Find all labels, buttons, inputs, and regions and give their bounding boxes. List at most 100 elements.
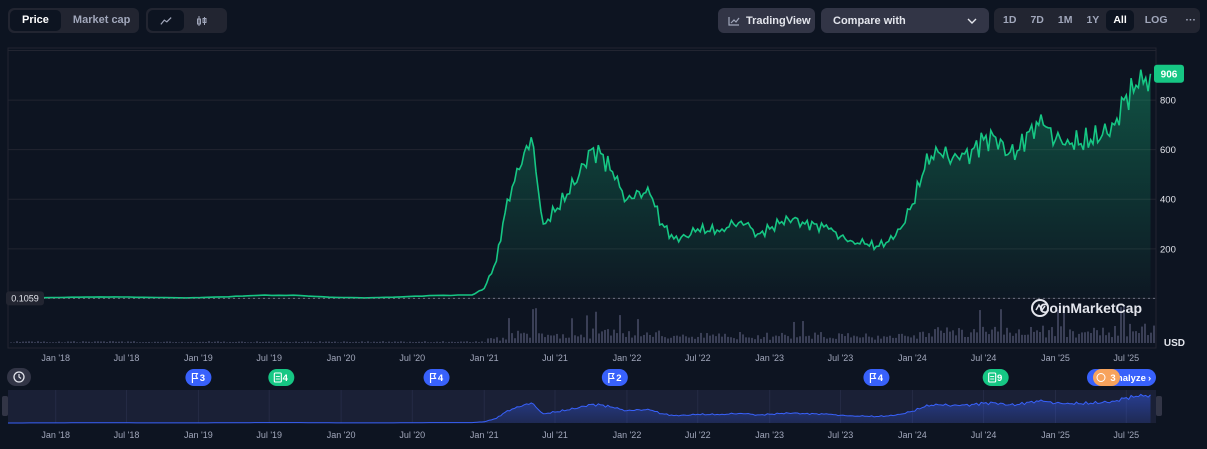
navigator-x-tick-label: Jul '22 bbox=[685, 430, 711, 440]
range-all[interactable]: All bbox=[1106, 10, 1134, 31]
history-button[interactable] bbox=[7, 368, 31, 386]
navigator-right-handle[interactable] bbox=[1156, 396, 1162, 416]
volume-bar bbox=[295, 341, 297, 343]
range-1m[interactable]: 1M bbox=[1051, 10, 1080, 31]
volume-bar bbox=[583, 337, 585, 343]
volume-bar bbox=[610, 335, 612, 343]
marker-count: 3 bbox=[200, 373, 205, 384]
volume-bar bbox=[1084, 332, 1086, 343]
volume-bar bbox=[589, 338, 591, 343]
volume-bar bbox=[1144, 323, 1146, 343]
candlestick-icon[interactable] bbox=[184, 10, 220, 31]
volume-bar bbox=[964, 336, 966, 343]
volume-bar bbox=[277, 342, 279, 343]
event-marker[interactable]: 2 bbox=[601, 369, 628, 386]
volume-bar bbox=[682, 334, 684, 343]
volume-bar bbox=[70, 341, 72, 343]
volume-bar bbox=[121, 341, 123, 343]
volume-bar bbox=[1102, 327, 1104, 343]
volume-bar bbox=[424, 341, 426, 343]
line-chart-icon[interactable] bbox=[148, 10, 184, 31]
volume-bar bbox=[568, 337, 570, 343]
volume-bar bbox=[1096, 330, 1098, 343]
x-tick-label: Jan '23 bbox=[755, 353, 784, 363]
volume-bar bbox=[88, 341, 90, 343]
volume-bar bbox=[466, 341, 468, 343]
analyze-count-badge[interactable]: 3 bbox=[1093, 369, 1120, 386]
volume-bar bbox=[769, 339, 771, 343]
volume-bar bbox=[43, 341, 45, 343]
x-tick-label: Jan '19 bbox=[184, 353, 213, 363]
event-marker[interactable]: 4 bbox=[423, 369, 450, 386]
volume-bar bbox=[10, 342, 12, 343]
volume-bar bbox=[922, 331, 924, 343]
volume-bar bbox=[949, 331, 951, 343]
log-scale-toggle[interactable]: LOG bbox=[1138, 10, 1175, 31]
navigator-x-tick-label: Jan '19 bbox=[184, 430, 213, 440]
volume-bar bbox=[721, 336, 723, 343]
volume-bar bbox=[646, 332, 648, 343]
volume-bar bbox=[196, 342, 198, 343]
volume-bar bbox=[595, 311, 597, 343]
volume-bar bbox=[358, 342, 360, 343]
volume-bar bbox=[631, 337, 633, 343]
volume-bar bbox=[688, 337, 690, 343]
tradingview-button[interactable]: TradingView bbox=[718, 8, 815, 33]
volume-bar bbox=[160, 342, 162, 343]
volume-bar bbox=[31, 341, 33, 343]
range-navigator[interactable] bbox=[2, 390, 1162, 424]
range-1y[interactable]: 1Y bbox=[1079, 10, 1106, 31]
volume-bar bbox=[748, 337, 750, 343]
volume-bar bbox=[622, 333, 624, 343]
volume-bar bbox=[508, 318, 510, 343]
navigator-x-tick-label: Jul '21 bbox=[542, 430, 568, 440]
price-tab[interactable]: Price bbox=[10, 10, 61, 31]
tradingview-chart-icon bbox=[728, 16, 740, 26]
y-tick-label: 400 bbox=[1160, 195, 1176, 206]
volume-bar bbox=[1078, 333, 1080, 343]
volume-bar bbox=[1153, 325, 1155, 343]
volume-bar bbox=[931, 336, 933, 343]
event-marker[interactable]: 4 bbox=[863, 369, 890, 386]
volume-bar bbox=[553, 335, 555, 343]
market-cap-tab[interactable]: Market cap bbox=[61, 10, 142, 31]
volume-bar bbox=[745, 337, 747, 343]
news-marker[interactable]: 4 bbox=[268, 369, 295, 386]
volume-bar bbox=[913, 335, 915, 343]
volume-bar bbox=[481, 341, 483, 343]
volume-bar bbox=[580, 334, 582, 343]
volume-bar bbox=[652, 336, 654, 343]
volume-bar bbox=[619, 315, 621, 343]
volume-bar bbox=[1087, 331, 1089, 343]
event-marker[interactable]: 3 bbox=[185, 369, 212, 386]
chart-style-toggle bbox=[146, 8, 227, 33]
volume-bar bbox=[910, 337, 912, 343]
volume-bar bbox=[457, 341, 459, 343]
tradingview-label: TradingView bbox=[746, 14, 811, 27]
range-7d[interactable]: 7D bbox=[1023, 10, 1050, 31]
volume-bar bbox=[298, 342, 300, 343]
volume-bar bbox=[874, 339, 876, 343]
volume-bar bbox=[157, 341, 159, 343]
volume-bar bbox=[700, 332, 702, 343]
volume-bar bbox=[472, 342, 474, 343]
volume-bar bbox=[448, 341, 450, 343]
volume-bar bbox=[310, 341, 312, 343]
volume-bar bbox=[247, 342, 249, 343]
volume-bar bbox=[79, 342, 81, 343]
volume-bar bbox=[898, 333, 900, 343]
volume-bar bbox=[103, 341, 105, 343]
compare-with-dropdown[interactable]: Compare with bbox=[821, 8, 989, 33]
navigator-x-tick-label: Jan '20 bbox=[327, 430, 356, 440]
volume-bar bbox=[799, 336, 801, 343]
volume-bar bbox=[274, 341, 276, 343]
range-1d[interactable]: 1D bbox=[996, 10, 1023, 31]
volume-bar bbox=[886, 336, 888, 343]
price-chart-svg: 200 400 600 800 0.1059 906 CoinMarketCap US… bbox=[2, 47, 1185, 440]
volume-bar bbox=[871, 337, 873, 343]
volume-bar bbox=[778, 336, 780, 343]
news-marker[interactable]: 9 bbox=[982, 369, 1009, 386]
navigator-left-handle[interactable] bbox=[2, 396, 8, 416]
more-options-button[interactable]: ··· bbox=[1178, 10, 1203, 31]
volume-bar bbox=[445, 342, 447, 343]
